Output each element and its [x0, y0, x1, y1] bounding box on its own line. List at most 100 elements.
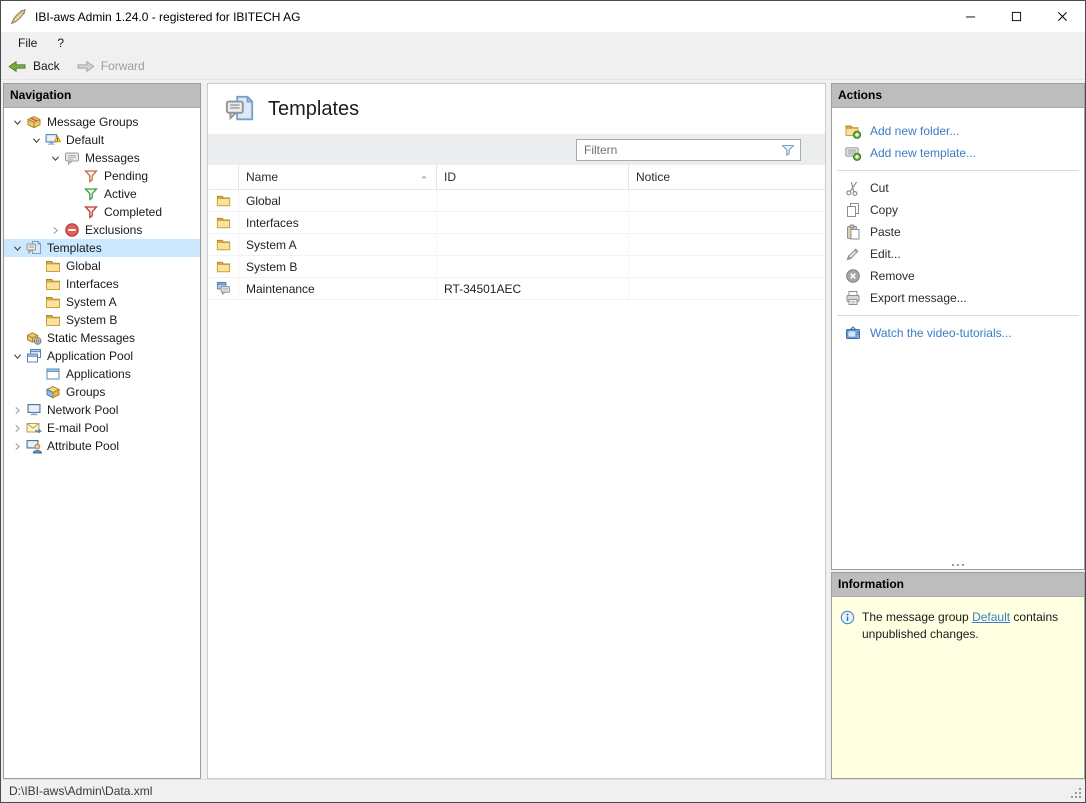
- cell-id: [437, 256, 629, 277]
- tree-item-interfaces[interactable]: Interfaces: [4, 275, 200, 293]
- folder-icon: [45, 312, 61, 328]
- menu-file[interactable]: File: [8, 34, 47, 52]
- tree-item-exclusions[interactable]: Exclusions: [4, 221, 200, 239]
- maximize-button[interactable]: [993, 1, 1039, 32]
- tree-item-label: Applications: [66, 367, 131, 381]
- window-controls: [947, 1, 1085, 32]
- tree-item-system-a[interactable]: System A: [4, 293, 200, 311]
- action-label: Add new folder...: [870, 124, 959, 138]
- tree-item-default[interactable]: Default: [4, 131, 200, 149]
- chevron-down-icon[interactable]: [46, 153, 64, 164]
- row-icon-cell: [209, 256, 239, 277]
- tree-item-application-pool[interactable]: Application Pool: [4, 347, 200, 365]
- filter-funnel-icon[interactable]: [780, 142, 796, 158]
- panel-splitter[interactable]: [832, 560, 1084, 569]
- actions-header: Actions: [832, 84, 1084, 108]
- tree-item-applications[interactable]: Applications: [4, 365, 200, 383]
- templates-icon: [26, 240, 42, 256]
- minimize-button[interactable]: [947, 1, 993, 32]
- applications-icon: [45, 366, 61, 382]
- menu-bar: File ?: [1, 32, 1085, 53]
- action-label: Edit...: [870, 247, 901, 261]
- chevron-right-icon[interactable]: [8, 423, 26, 434]
- funnel-active-icon: [83, 186, 99, 202]
- table-row-system-a[interactable]: System A: [209, 234, 825, 256]
- folder-icon: [216, 215, 231, 230]
- close-button[interactable]: [1039, 1, 1085, 32]
- tree-item-e-mail-pool[interactable]: E-mail Pool: [4, 419, 200, 437]
- back-button[interactable]: Back: [8, 59, 60, 74]
- application-pool-icon: [26, 348, 42, 364]
- column-header-label: ID: [444, 170, 456, 184]
- tree-item-global[interactable]: Global: [4, 257, 200, 275]
- cell-name: System B: [239, 256, 437, 277]
- paste-icon: [845, 224, 861, 240]
- menu-help[interactable]: ?: [47, 34, 74, 52]
- tree-item-pending[interactable]: Pending: [4, 167, 200, 185]
- action-export-message[interactable]: Export message...: [832, 287, 1084, 309]
- window-title: IBI-aws Admin 1.24.0 - registered for IB…: [35, 10, 300, 24]
- tree-item-attribute-pool[interactable]: Attribute Pool: [4, 437, 200, 455]
- action-copy[interactable]: Copy: [832, 199, 1084, 221]
- tree-item-messages[interactable]: Messages: [4, 149, 200, 167]
- chevron-right-icon[interactable]: [8, 405, 26, 416]
- tree-item-static-messages[interactable]: Static Messages: [4, 329, 200, 347]
- remove-icon: [845, 268, 861, 284]
- filter-box: [576, 139, 801, 161]
- action-label: Watch the video-tutorials...: [870, 326, 1012, 340]
- app-icon: [10, 8, 27, 25]
- table-row-system-b[interactable]: System B: [209, 256, 825, 278]
- back-label: Back: [33, 59, 60, 73]
- column-header-notice[interactable]: Notice: [629, 165, 812, 189]
- folder-icon: [45, 294, 61, 310]
- resize-grip-icon[interactable]: [1070, 787, 1083, 800]
- chevron-right-icon[interactable]: [8, 441, 26, 452]
- tree-item-groups[interactable]: Groups: [4, 383, 200, 401]
- tree-item-system-b[interactable]: System B: [4, 311, 200, 329]
- action-add-new-folder[interactable]: Add new folder...: [832, 120, 1084, 142]
- splitter-handle-icon: [952, 564, 964, 566]
- column-header-name[interactable]: Name: [239, 165, 437, 189]
- tree-item-active[interactable]: Active: [4, 185, 200, 203]
- table-row-global[interactable]: Global: [209, 190, 825, 212]
- app-window: IBI-aws Admin 1.24.0 - registered for IB…: [0, 0, 1086, 803]
- chevron-right-icon[interactable]: [46, 225, 64, 236]
- tree-item-templates[interactable]: Templates: [4, 239, 200, 257]
- chevron-down-icon[interactable]: [8, 117, 26, 128]
- chevron-down-icon[interactable]: [8, 243, 26, 254]
- chevron-down-icon[interactable]: [8, 351, 26, 362]
- export-icon: [845, 290, 861, 306]
- action-label: Paste: [870, 225, 901, 239]
- action-paste[interactable]: Paste: [832, 221, 1084, 243]
- filter-input[interactable]: [577, 142, 780, 158]
- action-remove[interactable]: Remove: [832, 265, 1084, 287]
- message-groups-icon: [26, 114, 42, 130]
- actions-divider: [837, 315, 1079, 316]
- tree-item-network-pool[interactable]: Network Pool: [4, 401, 200, 419]
- action-add-new-template[interactable]: Add new template...: [832, 142, 1084, 164]
- action-edit[interactable]: Edit...: [832, 243, 1084, 265]
- tree-item-message-groups[interactable]: Message Groups: [4, 113, 200, 131]
- default-group-link[interactable]: Default: [972, 610, 1010, 624]
- tree-item-completed[interactable]: Completed: [4, 203, 200, 221]
- cell-notice: [629, 278, 812, 299]
- action-cut[interactable]: Cut: [832, 177, 1084, 199]
- column-header-icon[interactable]: [209, 165, 239, 189]
- action-label: Copy: [870, 203, 898, 217]
- cell-name: Interfaces: [239, 212, 437, 233]
- toolbar: Back Forward: [1, 53, 1085, 80]
- table-row-interfaces[interactable]: Interfaces: [209, 212, 825, 234]
- chevron-down-icon[interactable]: [27, 135, 45, 146]
- right-column: Actions Add new folder... Add new templat…: [831, 83, 1085, 779]
- tree-item-label: Global: [66, 259, 101, 273]
- table-row-maintenance[interactable]: MaintenanceRT-34501AEC: [209, 278, 825, 300]
- column-header-id[interactable]: ID: [437, 165, 629, 189]
- close-icon: [1057, 11, 1068, 22]
- tree-item-label: Default: [66, 133, 104, 147]
- action-watch-the-video-tutorials[interactable]: Watch the video-tutorials...: [832, 322, 1084, 344]
- content-area: Navigation Message GroupsDefaultMessages…: [1, 81, 1085, 779]
- info-icon: [840, 610, 855, 625]
- messages-icon: [64, 150, 80, 166]
- tree-item-label: Application Pool: [47, 349, 133, 363]
- attribute-pool-icon: [26, 438, 42, 454]
